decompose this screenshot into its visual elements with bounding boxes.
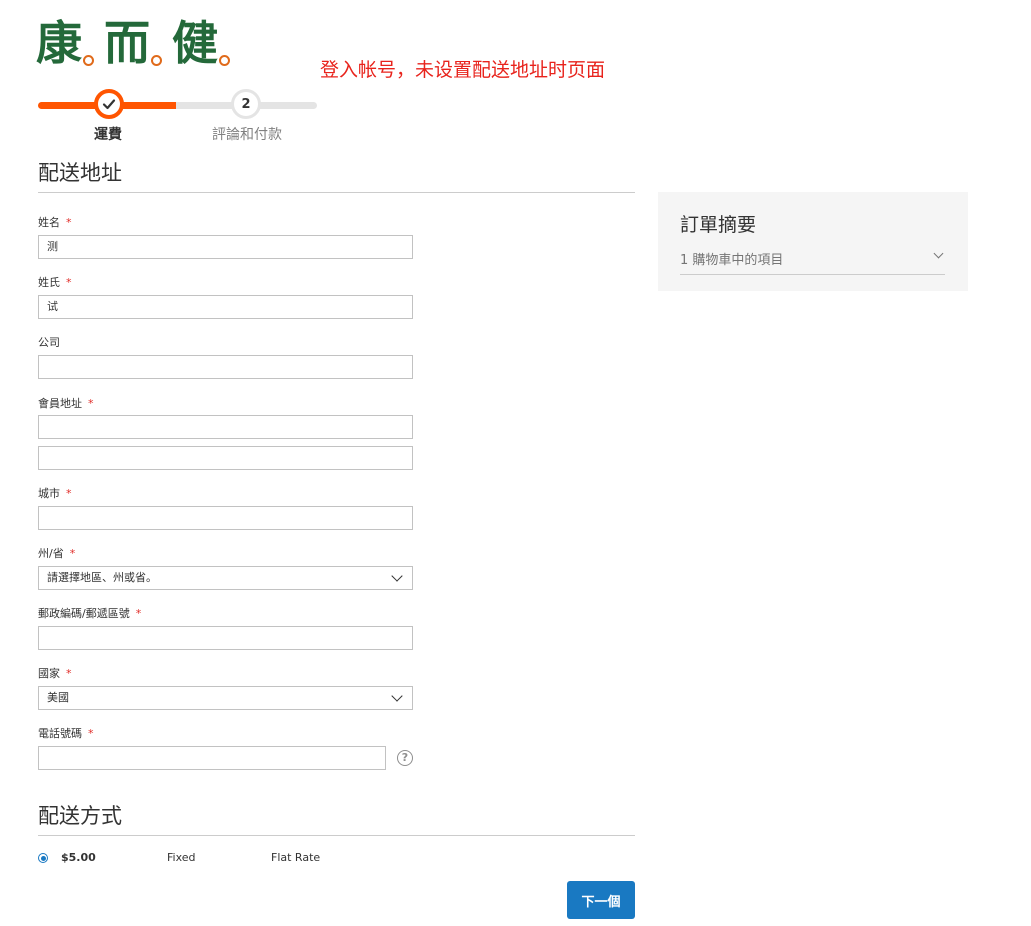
checkmark-icon — [102, 99, 116, 110]
shipping-method-carrier: Flat Rate — [271, 851, 321, 864]
country-label: 國家 * — [38, 665, 72, 681]
postcode-label-text: 郵政編碼/郵遞區號 — [38, 607, 130, 620]
required-mark: * — [88, 397, 94, 410]
city-label: 城市 * — [38, 485, 72, 501]
required-mark: * — [66, 276, 72, 289]
country-select-value: 美國 — [47, 691, 69, 704]
city-input[interactable] — [38, 506, 413, 530]
last-name-input[interactable]: 试 — [38, 295, 413, 319]
next-button[interactable]: 下一個 — [567, 881, 635, 919]
divider — [38, 192, 635, 193]
question-circle-icon[interactable]: ? — [397, 750, 413, 766]
telephone-input[interactable] — [38, 746, 386, 770]
chevron-down-icon[interactable] — [933, 248, 944, 259]
region-label-text: 州/省 — [38, 547, 64, 560]
logo-char-1: 康 — [36, 16, 82, 70]
shipping-method-price: $5.00 — [61, 851, 96, 864]
street-label: 會員地址 * — [38, 395, 94, 411]
first-name-label-text: 姓名 — [38, 216, 60, 229]
step-shipping-indicator — [94, 89, 124, 119]
company-label: 公司 — [38, 334, 60, 350]
shipping-address-title: 配送地址 — [38, 161, 122, 185]
shipping-method-title: 配送方式 — [38, 804, 122, 828]
required-mark: * — [88, 727, 94, 740]
divider — [680, 274, 945, 275]
region-label: 州/省 * — [38, 545, 75, 561]
order-summary-title: 訂單摘要 — [680, 214, 757, 236]
step-review-label[interactable]: 評論和付款 — [212, 124, 282, 144]
postcode-input[interactable] — [38, 626, 413, 650]
company-input[interactable] — [38, 355, 413, 379]
last-name-label: 姓氏 * — [38, 274, 72, 290]
telephone-label: 電話號碼 * — [38, 725, 94, 741]
required-mark: * — [66, 487, 72, 500]
last-name-label-text: 姓氏 — [38, 276, 60, 289]
country-label-text: 國家 — [38, 667, 60, 680]
logo-char-3: 健 — [172, 16, 218, 70]
street-label-text: 會員地址 — [38, 397, 82, 410]
site-logo[interactable]: 康 而 健 — [36, 10, 240, 72]
required-mark: * — [135, 607, 142, 620]
chevron-down-icon — [391, 690, 403, 702]
logo-dot — [219, 55, 230, 66]
street-line-2-input[interactable] — [38, 446, 413, 470]
step-shipping-label: 運費 — [94, 127, 122, 143]
shipping-method-radio[interactable] — [38, 853, 48, 863]
divider — [38, 835, 635, 836]
first-name-label: 姓名 * — [38, 214, 72, 230]
required-mark: * — [66, 667, 72, 680]
chevron-down-icon — [391, 570, 403, 582]
region-select[interactable]: 請選擇地區、州或省。 — [38, 566, 413, 590]
postcode-label: 郵政編碼/郵遞區號 * — [38, 605, 141, 621]
logo-char-2: 而 — [104, 16, 150, 70]
step-number: 2 — [241, 96, 251, 112]
required-mark: * — [66, 216, 72, 229]
required-mark: * — [69, 547, 76, 560]
logo-dot — [83, 55, 94, 66]
order-summary: 訂單摘要 1 購物車中的項目 — [658, 192, 968, 291]
step-review-indicator[interactable]: 2 — [231, 89, 261, 119]
telephone-label-text: 電話號碼 — [38, 727, 82, 740]
city-label-text: 城市 — [38, 487, 60, 500]
region-select-value: 請選擇地區、州或省。 — [47, 571, 157, 584]
company-label-text: 公司 — [38, 336, 60, 349]
street-line-1-input[interactable] — [38, 415, 413, 439]
shipping-method-name: Fixed — [167, 851, 196, 864]
country-select[interactable]: 美國 — [38, 686, 413, 710]
cart-items-toggle[interactable]: 1 購物車中的項目 — [680, 249, 783, 268]
annotation-text: 登入帐号，未设置配送地址时页面 — [320, 59, 606, 81]
logo-dot — [151, 55, 162, 66]
first-name-input[interactable]: 测 — [38, 235, 413, 259]
